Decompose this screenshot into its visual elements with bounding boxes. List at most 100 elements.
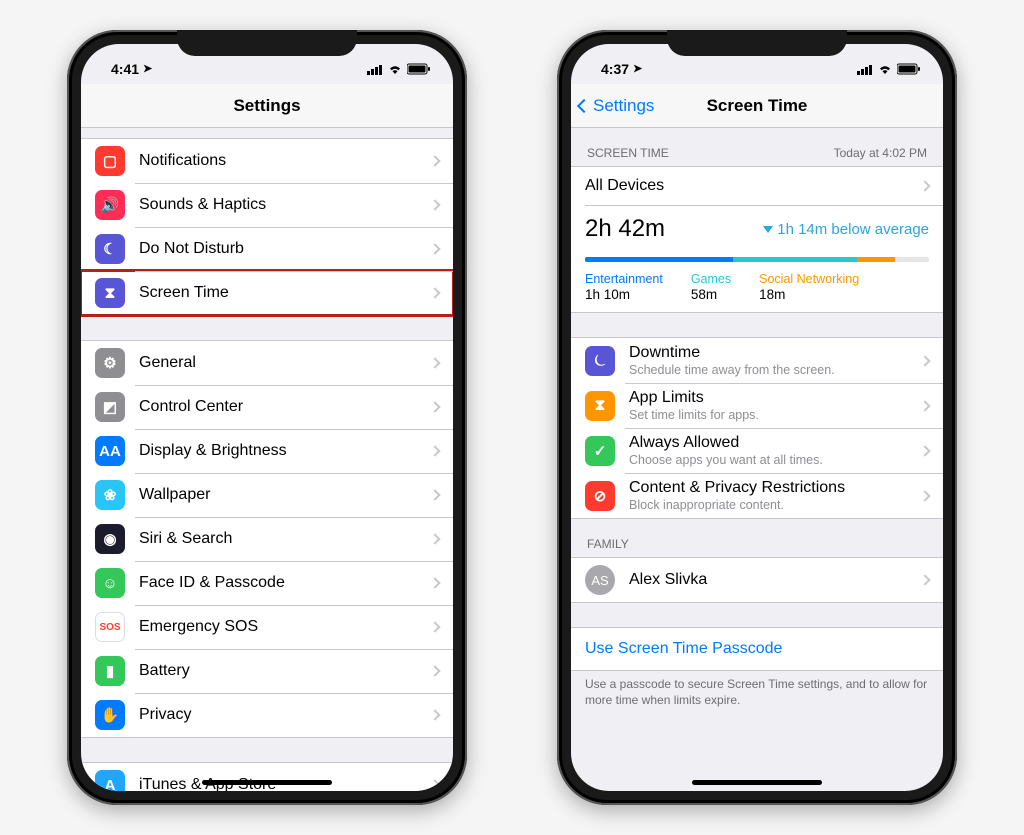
screentime-icon: ⧗	[95, 278, 125, 308]
settings-row-display-brightness[interactable]: AADisplay & Brightness	[81, 429, 453, 473]
settings-row-sounds-haptics[interactable]: 🔊Sounds & Haptics	[81, 183, 453, 227]
faceid-icon: ☺	[95, 568, 125, 598]
settings-list[interactable]: ▢ Notifications 🔊Sounds & Haptics ☾ Do Not D…	[81, 128, 453, 791]
status-time: 4:41	[111, 61, 139, 77]
back-button[interactable]: Settings	[579, 84, 654, 127]
chevron-right-icon	[919, 180, 930, 191]
notch	[177, 30, 357, 56]
family-member-row[interactable]: AS Alex Slivka	[571, 558, 943, 602]
notch	[667, 30, 847, 56]
row-label: Content & Privacy Restrictions	[629, 479, 921, 497]
row-label: Battery	[139, 662, 431, 680]
chevron-right-icon	[429, 665, 440, 676]
row-label: General	[139, 354, 431, 372]
row-label: Privacy	[139, 706, 431, 724]
settings-row-app-limits[interactable]: ⧗App LimitsSet time limits for apps.	[571, 383, 943, 428]
chevron-right-icon	[429, 287, 440, 298]
chevron-right-icon	[919, 490, 930, 501]
home-indicator[interactable]	[202, 780, 332, 785]
battery-icon	[407, 63, 431, 75]
dnd-icon: ☾	[95, 234, 125, 264]
family-name: Alex Slivka	[629, 571, 921, 589]
settings-row-itunes-app-store[interactable]: AiTunes & App Store	[81, 763, 453, 791]
sos-icon: SOS	[95, 612, 125, 642]
category-value: 18m	[759, 287, 859, 302]
delta-indicator: 1h 14m below average	[763, 221, 929, 238]
wallpaper-icon: ❀	[95, 480, 125, 510]
chevron-right-icon	[429, 709, 440, 720]
settings-row-do-not-disturb[interactable]: ☾ Do Not Disturb	[81, 227, 453, 271]
chevron-right-icon	[919, 574, 930, 585]
chevron-right-icon	[429, 199, 440, 210]
row-label: Downtime	[629, 344, 921, 362]
screen-time-content[interactable]: SCREEN TIME Today at 4:02 PM All Devices…	[571, 128, 943, 791]
chevron-right-icon	[429, 489, 440, 500]
back-label: Settings	[593, 96, 654, 116]
settings-row-notifications[interactable]: ▢ Notifications	[81, 139, 453, 183]
row-label: Notifications	[139, 152, 431, 170]
sound-icon: 🔊	[95, 190, 125, 220]
always-allowed-icon: ✓	[585, 436, 615, 466]
applimits-icon: ⧗	[585, 391, 615, 421]
siri-icon: ◉	[95, 524, 125, 554]
avatar: AS	[585, 565, 615, 595]
settings-row-battery[interactable]: ▮ Battery	[81, 649, 453, 693]
bar-segment	[733, 257, 857, 262]
section-header: SCREEN TIME Today at 4:02 PM	[571, 128, 943, 166]
section-header-label: SCREEN TIME	[587, 146, 669, 160]
settings-row-screen-time[interactable]: ⧗Screen Time	[81, 271, 453, 315]
nav-bar: Settings	[81, 84, 453, 128]
bar-segment	[857, 257, 895, 262]
downtime-icon: ⏾	[585, 346, 615, 376]
notification-icon: ▢	[95, 146, 125, 176]
category-name: Games	[691, 272, 731, 286]
settings-row-general[interactable]: ⚙General	[81, 341, 453, 385]
nav-bar: Settings Screen Time	[571, 84, 943, 128]
phone-left: 4:41 ➤ Settings ▢Notifications🔊Sounds & …	[67, 30, 467, 805]
row-subtitle: Set time limits for apps.	[629, 408, 921, 422]
category: Social Networking18m	[759, 272, 859, 302]
chevron-left-icon	[577, 98, 591, 112]
settings-row-downtime[interactable]: ⏾DowntimeSchedule time away from the scr…	[571, 338, 943, 383]
location-icon: ➤	[633, 62, 642, 75]
chevron-right-icon	[429, 577, 440, 588]
settings-row-emergency-sos[interactable]: SOSEmergency SOS	[81, 605, 453, 649]
chevron-right-icon	[429, 621, 440, 632]
category-name: Social Networking	[759, 272, 859, 286]
chevron-right-icon	[429, 445, 440, 456]
all-devices-row[interactable]: All Devices	[571, 167, 943, 205]
row-label: Do Not Disturb	[139, 240, 431, 258]
control-center-icon: ◩	[95, 392, 125, 422]
page-title: Settings	[233, 96, 300, 116]
home-indicator[interactable]	[692, 780, 822, 785]
page-title: Screen Time	[707, 96, 808, 116]
settings-row-privacy[interactable]: ✋Privacy	[81, 693, 453, 737]
chevron-right-icon	[919, 400, 930, 411]
row-subtitle: Block inappropriate content.	[629, 498, 921, 512]
settings-row-wallpaper[interactable]: ❀ Wallpaper	[81, 473, 453, 517]
family-header-label: FAMILY	[587, 537, 629, 551]
settings-row-siri-search[interactable]: ◉Siri & Search	[81, 517, 453, 561]
settings-row-face-id-passcode[interactable]: ☺Face ID & Passcode	[81, 561, 453, 605]
updated-time: Today at 4:02 PM	[834, 146, 927, 160]
wifi-icon	[877, 63, 893, 75]
row-label: Control Center	[139, 398, 431, 416]
status-time: 4:37	[601, 61, 629, 77]
row-label: Wallpaper	[139, 486, 431, 504]
wifi-icon	[387, 63, 403, 75]
settings-row-always-allowed[interactable]: ✓Always AllowedChoose apps you want at a…	[571, 428, 943, 473]
settings-row-control-center[interactable]: ◩ Control Center	[81, 385, 453, 429]
screen-left: 4:41 ➤ Settings ▢Notifications🔊Sounds & …	[81, 44, 453, 791]
display-icon: AA	[95, 436, 125, 466]
settings-row-content-privacy-restrictions[interactable]: ⊘Content & Privacy RestrictionsBlock ina…	[571, 473, 943, 518]
battery-icon: ▮	[95, 656, 125, 686]
battery-icon	[897, 63, 921, 75]
category-value: 1h 10m	[585, 287, 663, 302]
down-arrow-icon	[763, 226, 773, 233]
chevron-right-icon	[429, 155, 440, 166]
chevron-right-icon	[429, 401, 440, 412]
chevron-right-icon	[429, 533, 440, 544]
delta-label: 1h 14m below average	[777, 221, 929, 238]
row-label: Always Allowed	[629, 434, 921, 452]
use-passcode-link[interactable]: Use Screen Time Passcode	[571, 627, 943, 671]
